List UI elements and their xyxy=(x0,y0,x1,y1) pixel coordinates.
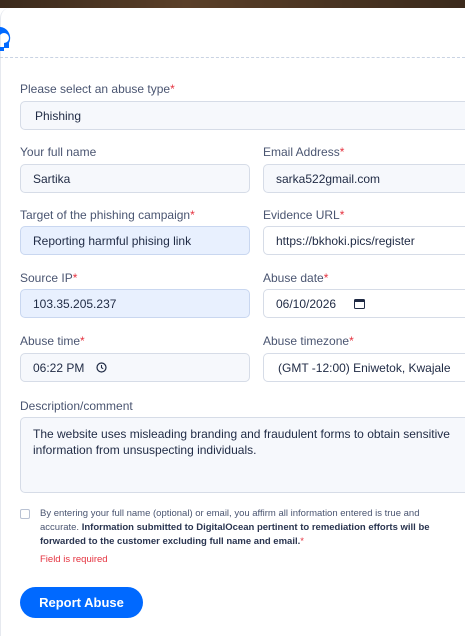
description-label: Description/comment xyxy=(20,399,133,413)
abuse-time-label: Abuse time* xyxy=(20,334,85,348)
consent-text: By entering your full name (optional) or… xyxy=(40,508,430,547)
consent-checkbox[interactable] xyxy=(20,509,30,519)
abuse-type-select[interactable]: Phishing xyxy=(20,101,465,130)
header xyxy=(0,8,465,58)
digitalocean-logo-icon[interactable] xyxy=(0,24,30,54)
calendar-icon[interactable] xyxy=(354,298,366,309)
full-name-label: Your full name xyxy=(20,145,97,159)
abuse-time-input[interactable]: 06:22 PM xyxy=(20,353,250,382)
source-ip-label: Source IP* xyxy=(20,271,78,285)
full-name-input[interactable]: Sartika xyxy=(20,164,250,193)
description-textarea[interactable]: The website uses misleading branding and… xyxy=(20,417,465,493)
abuse-type-label: Please select an abuse type* xyxy=(20,82,175,96)
evidence-url-label: Evidence URL* xyxy=(263,208,345,222)
abuse-timezone-select[interactable]: (GMT -12:00) Eniwetok, Kwajale xyxy=(263,353,465,382)
abuse-date-input[interactable]: 06/10/2026 xyxy=(263,289,465,318)
evidence-url-input[interactable]: https://bkhoki.pics/register xyxy=(263,226,465,255)
clock-icon[interactable] xyxy=(96,362,107,373)
window-top-strip xyxy=(0,0,465,8)
email-input[interactable]: sarka522gmail.com xyxy=(263,164,465,193)
target-label: Target of the phishing campaign* xyxy=(20,208,195,222)
report-abuse-button[interactable]: Report Abuse xyxy=(20,587,143,618)
target-input[interactable]: Reporting harmful phising link xyxy=(20,226,250,255)
consent-error-message: Field is required xyxy=(40,554,108,565)
email-label: Email Address* xyxy=(263,145,345,159)
abuse-date-label: Abuse date* xyxy=(263,271,329,285)
abuse-timezone-label: Abuse timezone* xyxy=(263,334,354,348)
source-ip-input[interactable]: 103.35.205.237 xyxy=(20,289,250,318)
